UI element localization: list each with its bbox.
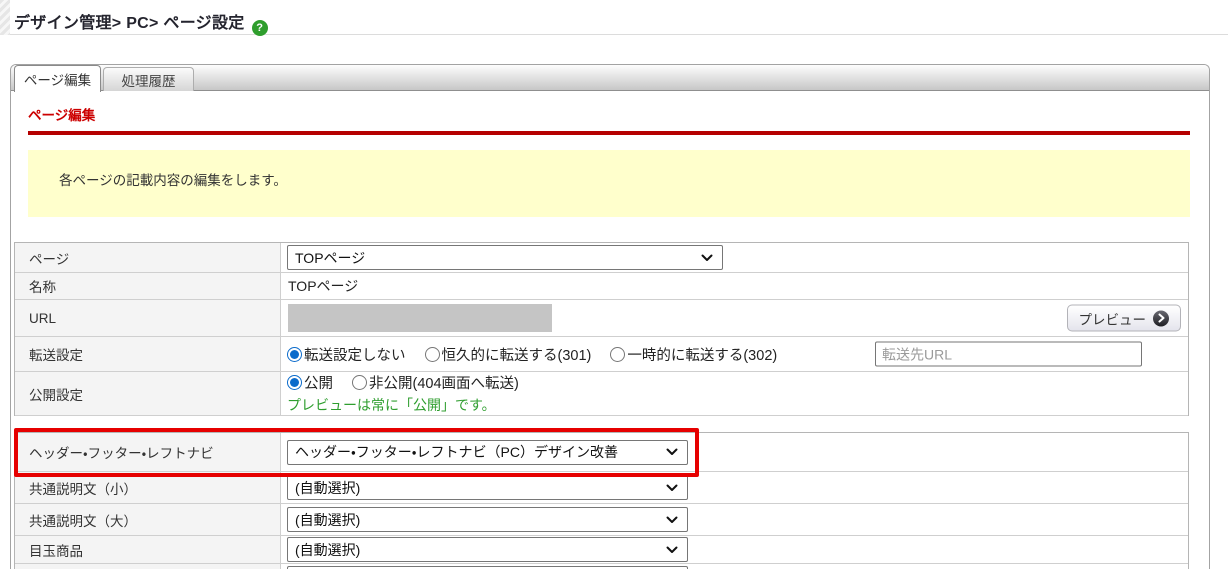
header-footer-row-label: ヘッダー・フッター・レフトナビ bbox=[15, 433, 281, 471]
next-row-label bbox=[15, 564, 281, 569]
redirect-row-label: 転送設定 bbox=[15, 337, 281, 371]
tab-page-edit[interactable]: ページ編集 bbox=[14, 65, 101, 92]
page-row-value: TOPページ bbox=[281, 243, 1188, 272]
table-row-header-footer: ヘッダー・フッター・レフトナビ ヘッダー・フッター・レフトナビ（PC）デザイン改… bbox=[15, 433, 1188, 472]
desc-small-row-label: 共通説明文（小） bbox=[15, 472, 281, 503]
table-row-page: ページ TOPページ bbox=[15, 243, 1188, 273]
table-row-desc-large: 共通説明文（大） (自動選択) bbox=[15, 504, 1188, 536]
tab-bar: ページ編集 処理履歴 bbox=[11, 65, 1209, 92]
radio-redirect-301-label: 恒久的に転送する(301) bbox=[441, 347, 592, 364]
name-row-value: TOPページ bbox=[281, 273, 1188, 299]
radio-private-label: 非公開(404画面へ転送) bbox=[369, 376, 519, 392]
radio-public-label: 公開 bbox=[304, 376, 333, 392]
desc-large-row-value: (自動選択) bbox=[281, 504, 1188, 535]
table-row-next-clipped bbox=[15, 564, 1188, 569]
page-select-value: TOPページ bbox=[295, 249, 366, 266]
redirect-url-input[interactable] bbox=[875, 341, 1142, 367]
chevron-down-icon bbox=[666, 484, 678, 492]
featured-select[interactable]: (自動選択) bbox=[287, 537, 688, 562]
content-panel: ページ編集 処理履歴 ページ編集 各ページの記載内容の編集をします。 ページ T… bbox=[10, 64, 1210, 569]
name-value-text: TOPページ bbox=[288, 278, 359, 294]
page-title: デザイン管理> PC> ページ設定 bbox=[14, 15, 245, 32]
preview-button[interactable]: プレビュー bbox=[1066, 304, 1181, 332]
help-icon[interactable] bbox=[251, 20, 268, 36]
header-footer-select-value: ヘッダー・フッター・レフトナビ（PC）デザイン改善 bbox=[295, 444, 618, 460]
page-row-label: ページ bbox=[15, 243, 281, 272]
radio-no-redirect-label: 転送設定しない bbox=[304, 347, 406, 364]
table-row-redirect: 転送設定 転送設定しない 恒久的に転送する(301) 一時的に転送する(302) bbox=[15, 337, 1188, 372]
table-row-publish: 公開設定 公開 非公開(404画面へ転送) プレビューは常に「公開」です。 bbox=[15, 372, 1188, 416]
featured-select-value: (自動選択) bbox=[295, 541, 361, 558]
notice-box: 各ページの記載内容の編集をします。 bbox=[28, 150, 1190, 217]
radio-public[interactable] bbox=[287, 375, 302, 390]
table-row-featured: 目玉商品 (自動選択) bbox=[15, 536, 1188, 564]
section-title: ページ編集 bbox=[28, 108, 96, 123]
publish-note: プレビューは常に「公開」です。 bbox=[287, 397, 496, 413]
preview-button-label: プレビュー bbox=[1078, 312, 1147, 327]
page-edge-hatch bbox=[0, 0, 10, 35]
desc-small-select-value: (自動選択) bbox=[295, 479, 361, 496]
header-footer-select[interactable]: ヘッダー・フッター・レフトナビ（PC）デザイン改善 bbox=[287, 439, 688, 465]
radio-redirect-302[interactable] bbox=[610, 346, 626, 362]
chevron-down-icon bbox=[701, 254, 713, 262]
radio-no-redirect[interactable] bbox=[287, 346, 302, 362]
table-row-name: 名称 TOPページ bbox=[15, 273, 1188, 300]
chevron-down-icon bbox=[666, 448, 678, 456]
chevron-down-icon bbox=[666, 516, 678, 524]
desc-small-row-value: (自動選択) bbox=[281, 472, 1188, 503]
desc-large-select[interactable]: (自動選択) bbox=[287, 507, 688, 532]
section-underline bbox=[28, 131, 1190, 135]
page-settings-table: ページ TOPページ 名称 TOPページ URL プレビュー 転送設定 転送設定… bbox=[14, 242, 1189, 416]
name-row-label: 名称 bbox=[15, 273, 281, 299]
notice-text: 各ページの記載内容の編集をします。 bbox=[59, 173, 287, 188]
tab-history[interactable]: 処理履歴 bbox=[103, 67, 194, 91]
url-redacted-value bbox=[288, 304, 552, 332]
arrow-right-circle-icon bbox=[1153, 310, 1169, 326]
featured-row-label: 目玉商品 bbox=[15, 536, 281, 563]
radio-redirect-301[interactable] bbox=[424, 346, 440, 362]
desc-small-select[interactable]: (自動選択) bbox=[287, 475, 688, 500]
next-row-value bbox=[281, 564, 1188, 569]
chevron-down-icon bbox=[666, 546, 678, 554]
publish-row-value: 公開 非公開(404画面へ転送) プレビューは常に「公開」です。 bbox=[281, 372, 1188, 415]
featured-row-value: (自動選択) bbox=[281, 536, 1188, 563]
table-row-desc-small: 共通説明文（小） (自動選択) bbox=[15, 472, 1188, 504]
redirect-row-value: 転送設定しない 恒久的に転送する(301) 一時的に転送する(302) bbox=[281, 337, 1188, 371]
radio-redirect-302-label: 一時的に転送する(302) bbox=[627, 347, 778, 364]
url-row-value: プレビュー bbox=[281, 300, 1188, 336]
table-row-url: URL プレビュー bbox=[15, 300, 1188, 337]
publish-row-label: 公開設定 bbox=[15, 372, 281, 415]
url-row-label: URL bbox=[15, 300, 281, 336]
page-select[interactable]: TOPページ bbox=[287, 245, 723, 270]
desc-large-select-value: (自動選択) bbox=[295, 511, 361, 528]
radio-private[interactable] bbox=[352, 375, 367, 390]
page-parts-table: ヘッダー・フッター・レフトナビ ヘッダー・フッター・レフトナビ（PC）デザイン改… bbox=[14, 432, 1189, 569]
header-footer-row-value: ヘッダー・フッター・レフトナビ（PC）デザイン改善 bbox=[281, 433, 1188, 471]
desc-large-row-label: 共通説明文（大） bbox=[15, 504, 281, 535]
page-header: デザイン管理> PC> ページ設定 bbox=[0, 0, 1228, 36]
